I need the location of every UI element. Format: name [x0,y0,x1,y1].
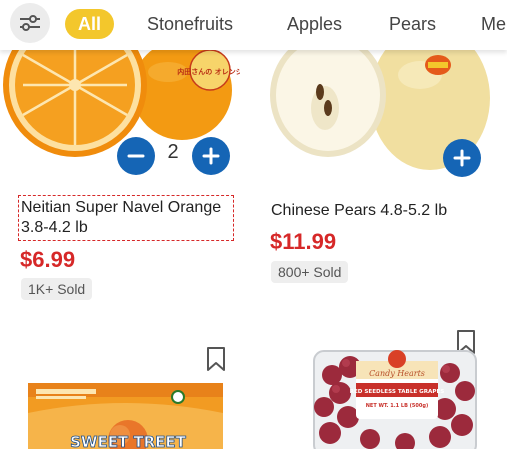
category-tab-stonefruits[interactable]: Stonefruits [147,9,233,39]
minus-icon [127,154,145,158]
category-tab-all[interactable]: All [65,9,115,39]
plus-icon [453,149,471,167]
sold-count-badge: 800+ Sold [271,261,349,283]
product-price: $6.99 [20,247,76,272]
product-image-grapes[interactable]: Candy Hearts RED SEEDLESS TABLE GRAPES N… [310,345,480,449]
sold-count-badge: 1K+ Sold [21,278,93,300]
decrease-quantity-button[interactable] [117,137,155,175]
bookmark-button[interactable] [205,346,227,372]
product-price: $11.99 [270,229,337,254]
product-name[interactable]: Chinese Pears 4.8-5.2 lb [271,201,491,221]
peach-bag-label: SWEET TREET [70,433,187,449]
orange-brand-label: 内田さんの オレンジ [177,67,240,76]
grapes-variety-label: RED SEEDLESS TABLE GRAPES [350,389,445,395]
sliders-icon [20,15,40,31]
quantity-value: 2 [167,141,179,163]
bookmark-icon [207,347,225,371]
plus-icon [202,147,220,165]
filter-button[interactable] [10,3,50,43]
increase-quantity-button[interactable] [192,137,230,175]
category-bar: All Stonefruits Apples Pears Me [0,0,507,50]
category-tab-more[interactable]: Me [481,9,506,39]
category-tab-apples[interactable]: Apples [287,9,342,39]
grapes-weight-label: NET WT. 1.1 LB (500g) [366,403,428,409]
product-image-peach-bag[interactable]: SWEET TREET [28,375,223,449]
category-tab-pears[interactable]: Pears [389,9,436,39]
grapes-brand-label: Candy Hearts [369,369,425,378]
add-to-cart-button[interactable] [443,139,481,177]
product-name[interactable]: Neitian Super Navel Orange 3.8-4.2 lb [18,195,234,241]
